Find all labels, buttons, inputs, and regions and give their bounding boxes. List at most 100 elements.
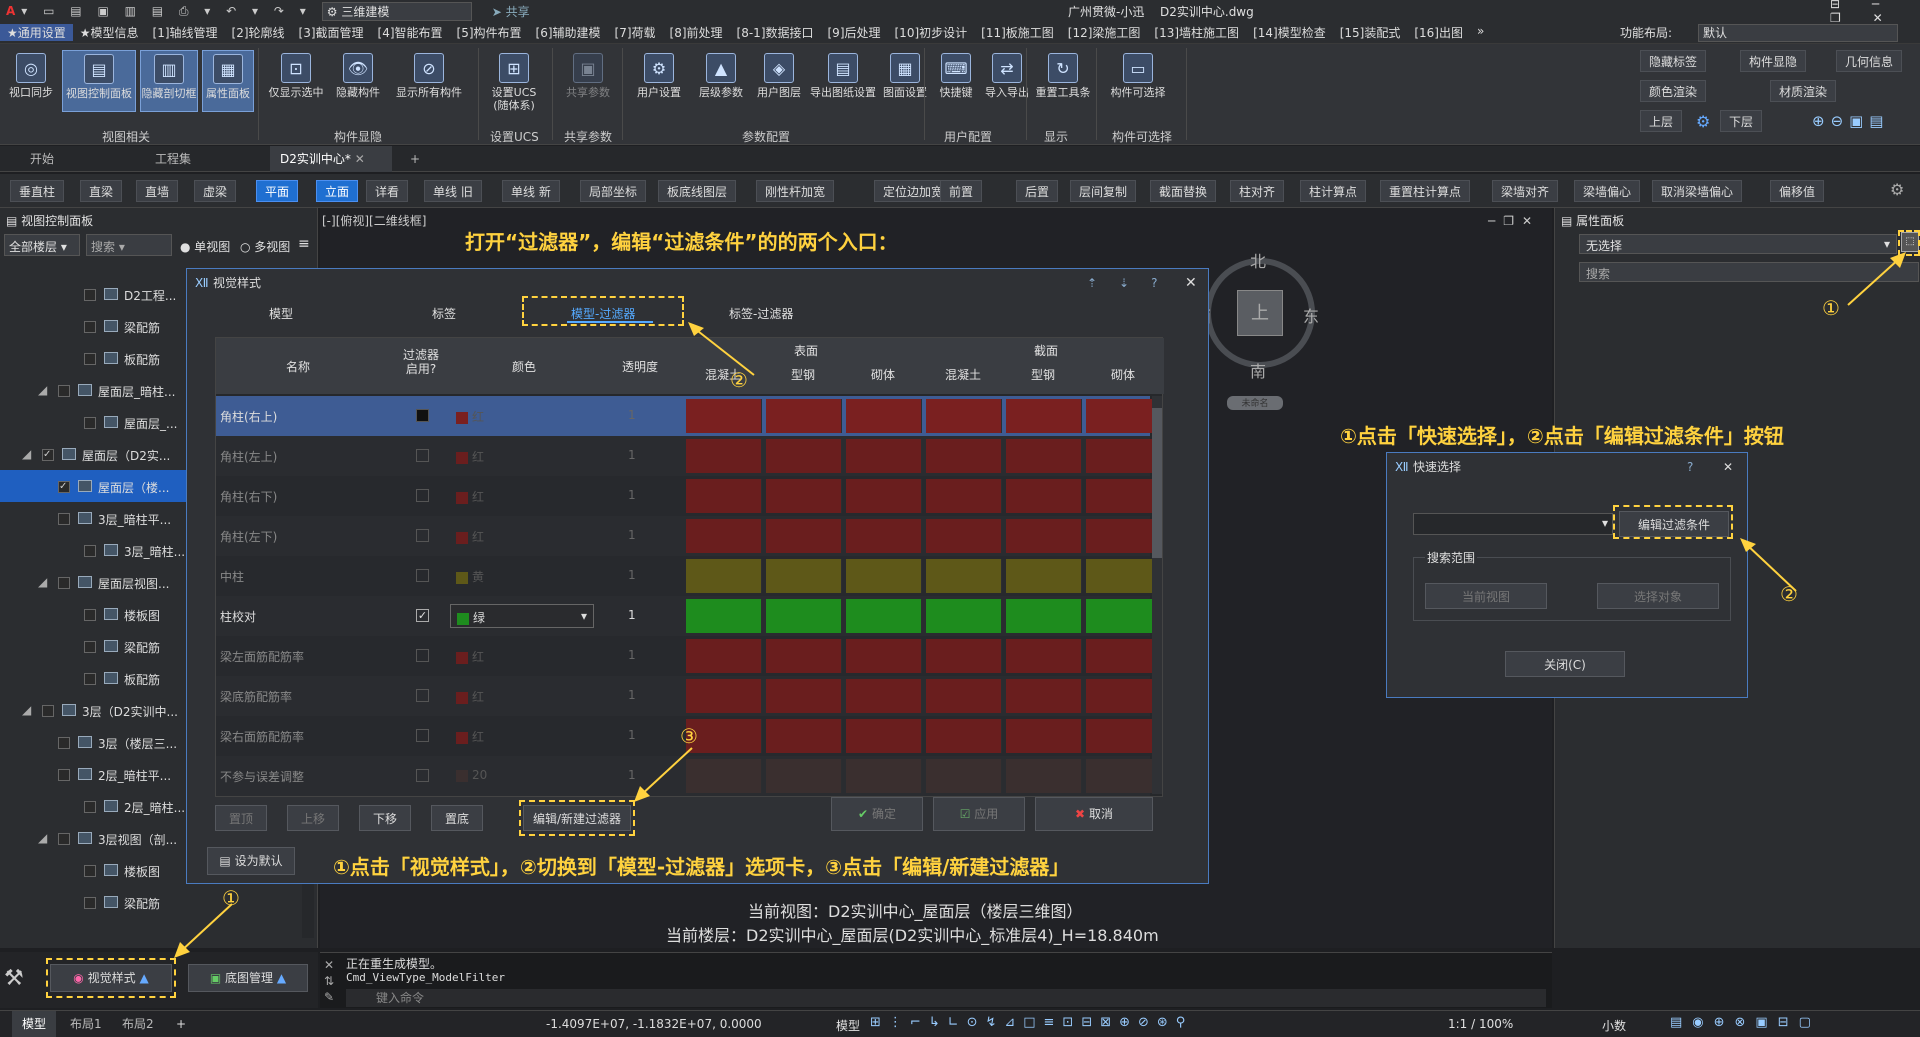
table-row[interactable]: 梁底筋配筋率 红 1 bbox=[216, 676, 1162, 716]
gear-icon[interactable]: ⚙ bbox=[1890, 180, 1904, 199]
single-view-radio[interactable]: ● 单视图 bbox=[180, 238, 230, 255]
row-transparency[interactable]: 1 bbox=[628, 688, 636, 702]
dialog-close-icon[interactable]: ✕ bbox=[1185, 269, 1197, 297]
toolbar-button[interactable]: 截面替换 bbox=[1150, 180, 1217, 202]
toolbar-button[interactable]: 取消梁墙偏心 bbox=[1652, 180, 1743, 202]
app-logo[interactable]: A bbox=[6, 4, 15, 18]
row-color-select[interactable]: 红 bbox=[450, 484, 594, 508]
row-enabled-checkbox[interactable] bbox=[416, 569, 429, 582]
row-color-select[interactable]: 红 bbox=[450, 404, 594, 428]
table-row[interactable]: 中柱 黄 1 bbox=[216, 556, 1162, 596]
apply-button[interactable]: ☑ 应用 bbox=[933, 797, 1025, 831]
toolbar-button[interactable]: 立面 bbox=[316, 180, 359, 202]
tab-project-set[interactable]: 工程集 bbox=[145, 146, 201, 172]
ribbon-button[interactable]: ▤ 视图控制面板 bbox=[62, 50, 136, 112]
tab-model-space[interactable]: 模型 bbox=[12, 1011, 57, 1037]
command-input[interactable]: 键入命令 bbox=[346, 989, 1546, 1007]
row-transparency[interactable]: 1 bbox=[628, 648, 636, 662]
tree-checkbox[interactable] bbox=[84, 865, 96, 877]
table-scrollbar[interactable] bbox=[1152, 396, 1162, 794]
menu-item[interactable]: [6]辅助建模 bbox=[529, 24, 608, 41]
ribbon-button[interactable]: ▲ 层级参数 bbox=[692, 50, 750, 112]
menu-item[interactable]: [12]梁施工图 bbox=[1061, 24, 1148, 41]
toolbar-button[interactable]: 直梁 bbox=[80, 180, 123, 202]
view-cube[interactable]: 上 北 南 东 西 未命名 bbox=[1195, 248, 1319, 410]
table-row[interactable]: 梁左面筋配筋率 红 1 bbox=[216, 636, 1162, 676]
toolbar-button[interactable]: 层间复制 bbox=[1070, 180, 1137, 202]
toolbar-button[interactable]: 垂直柱 bbox=[10, 180, 65, 202]
tab-label[interactable]: 标签 bbox=[432, 305, 456, 322]
tree-checkbox[interactable] bbox=[84, 801, 96, 813]
toolbar-button[interactable]: 刚性杆加宽 bbox=[756, 180, 835, 202]
tree-checkbox[interactable] bbox=[84, 609, 96, 621]
add-layout-icon[interactable]: + bbox=[176, 1017, 186, 1031]
ribbon-button[interactable]: ▥ 隐藏剖切框 bbox=[140, 50, 198, 112]
tree-checkbox[interactable] bbox=[58, 577, 70, 589]
menu-item[interactable]: [14]模型检查 bbox=[1246, 24, 1333, 41]
row-color-select[interactable]: 红 bbox=[450, 644, 594, 668]
multi-view-radio[interactable]: ○ 多视图 bbox=[240, 238, 290, 255]
close-icon[interactable]: ✕ bbox=[355, 152, 365, 166]
menu-item[interactable]: [3]截面管理 bbox=[292, 24, 371, 41]
row-enabled-checkbox[interactable] bbox=[416, 689, 429, 702]
row-color-select[interactable]: 红 bbox=[450, 524, 594, 548]
toolbar-button[interactable]: 梁墙偏心 bbox=[1574, 180, 1641, 202]
select-objects-button[interactable]: 选择对象 bbox=[1597, 583, 1719, 609]
tree-checkbox[interactable] bbox=[42, 705, 54, 717]
toolbar-button[interactable]: 板底线图层 bbox=[658, 180, 737, 202]
expand-icon[interactable]: ◢ bbox=[22, 703, 31, 717]
row-color-select[interactable]: 20 bbox=[450, 764, 594, 788]
move-down-button[interactable]: 下移 bbox=[359, 805, 411, 831]
scale-indicator[interactable]: 1:1 / 100% bbox=[1448, 1017, 1513, 1031]
row-transparency[interactable]: 1 bbox=[628, 608, 636, 622]
menu-item[interactable]: [11]板施工图 bbox=[974, 24, 1061, 41]
row-color-select[interactable]: 黄 bbox=[450, 564, 594, 588]
table-row[interactable]: 角柱(右上) 红 1 bbox=[216, 396, 1162, 436]
expand-icon[interactable]: ◢ bbox=[22, 447, 31, 461]
menu-item[interactable]: ★通用设置 bbox=[0, 24, 73, 41]
tree-search-input[interactable]: 搜索 ▾ bbox=[86, 234, 172, 256]
row-transparency[interactable]: 1 bbox=[628, 448, 636, 462]
tree-checkbox[interactable] bbox=[84, 641, 96, 653]
row-transparency[interactable]: 1 bbox=[628, 568, 636, 582]
menu-item[interactable]: [9]后处理 bbox=[821, 24, 888, 41]
ribbon-button[interactable]: ▣ 共享参数 bbox=[560, 50, 616, 112]
menu-item[interactable]: [10]初步设计 bbox=[888, 24, 975, 41]
ribbon-button[interactable]: ↻ 重置工具条 bbox=[1034, 50, 1092, 112]
row-transparency[interactable]: 1 bbox=[628, 488, 636, 502]
tree-checkbox[interactable] bbox=[58, 513, 70, 525]
move-up-button[interactable]: 上移 bbox=[287, 805, 339, 831]
tree-checkbox[interactable]: ✓ bbox=[58, 481, 70, 493]
row-transparency[interactable]: 1 bbox=[628, 728, 636, 742]
bottom-button[interactable]: 置底 bbox=[431, 805, 483, 831]
tools-icon[interactable]: ⚒ bbox=[4, 966, 24, 991]
toolbar-button[interactable]: 单线 旧 bbox=[424, 180, 482, 202]
row-transparency[interactable]: 1 bbox=[628, 528, 636, 542]
toolbar-button[interactable]: 重置柱计算点 bbox=[1380, 180, 1471, 202]
view-label[interactable]: [-][俯视][二维线框] bbox=[322, 212, 426, 229]
help-icon[interactable]: ? bbox=[1687, 453, 1693, 481]
set-default-button[interactable]: ▤ 设为默认 bbox=[207, 847, 295, 875]
zoom-icons[interactable]: ⊕⊖▣▤ bbox=[1812, 112, 1889, 130]
menu-item[interactable]: [16]出图 bbox=[1407, 24, 1470, 41]
ribbon-button[interactable]: ⊞ 设置UCS (随体系) bbox=[484, 50, 544, 112]
toolbar-button[interactable]: 前置 bbox=[940, 180, 983, 202]
geometry-info-button[interactable]: 几何信息 bbox=[1836, 50, 1903, 72]
ribbon-button[interactable]: ▦ 图面设置 bbox=[880, 50, 930, 112]
cmd-side-icons[interactable]: ✕ ⇅ ✎ bbox=[324, 957, 334, 1005]
row-enabled-checkbox[interactable]: ✓ bbox=[416, 609, 429, 622]
toolbar-button[interactable]: 单线 新 bbox=[502, 180, 560, 202]
row-enabled-checkbox[interactable] bbox=[416, 649, 429, 662]
add-tab-icon[interactable]: + bbox=[400, 146, 430, 172]
row-color-select[interactable]: 绿 ▾ bbox=[450, 604, 594, 628]
menu-item[interactable]: [8-1]数据接口 bbox=[730, 24, 821, 41]
tree-checkbox[interactable] bbox=[84, 673, 96, 685]
ribbon-button[interactable]: ◎ 视口同步 bbox=[4, 50, 58, 112]
toolbar-button[interactable]: 局部坐标 bbox=[580, 180, 647, 202]
menu-item[interactable]: ★模型信息 bbox=[73, 24, 146, 41]
top-button[interactable]: 置顶 bbox=[215, 805, 267, 831]
toolbar-button[interactable]: 直墙 bbox=[136, 180, 179, 202]
hide-label-button[interactable]: 隐藏标签 bbox=[1640, 50, 1707, 72]
toolbar-button[interactable]: 偏移值 bbox=[1770, 180, 1825, 202]
tree-item[interactable]: 梁配筋 bbox=[0, 886, 300, 918]
